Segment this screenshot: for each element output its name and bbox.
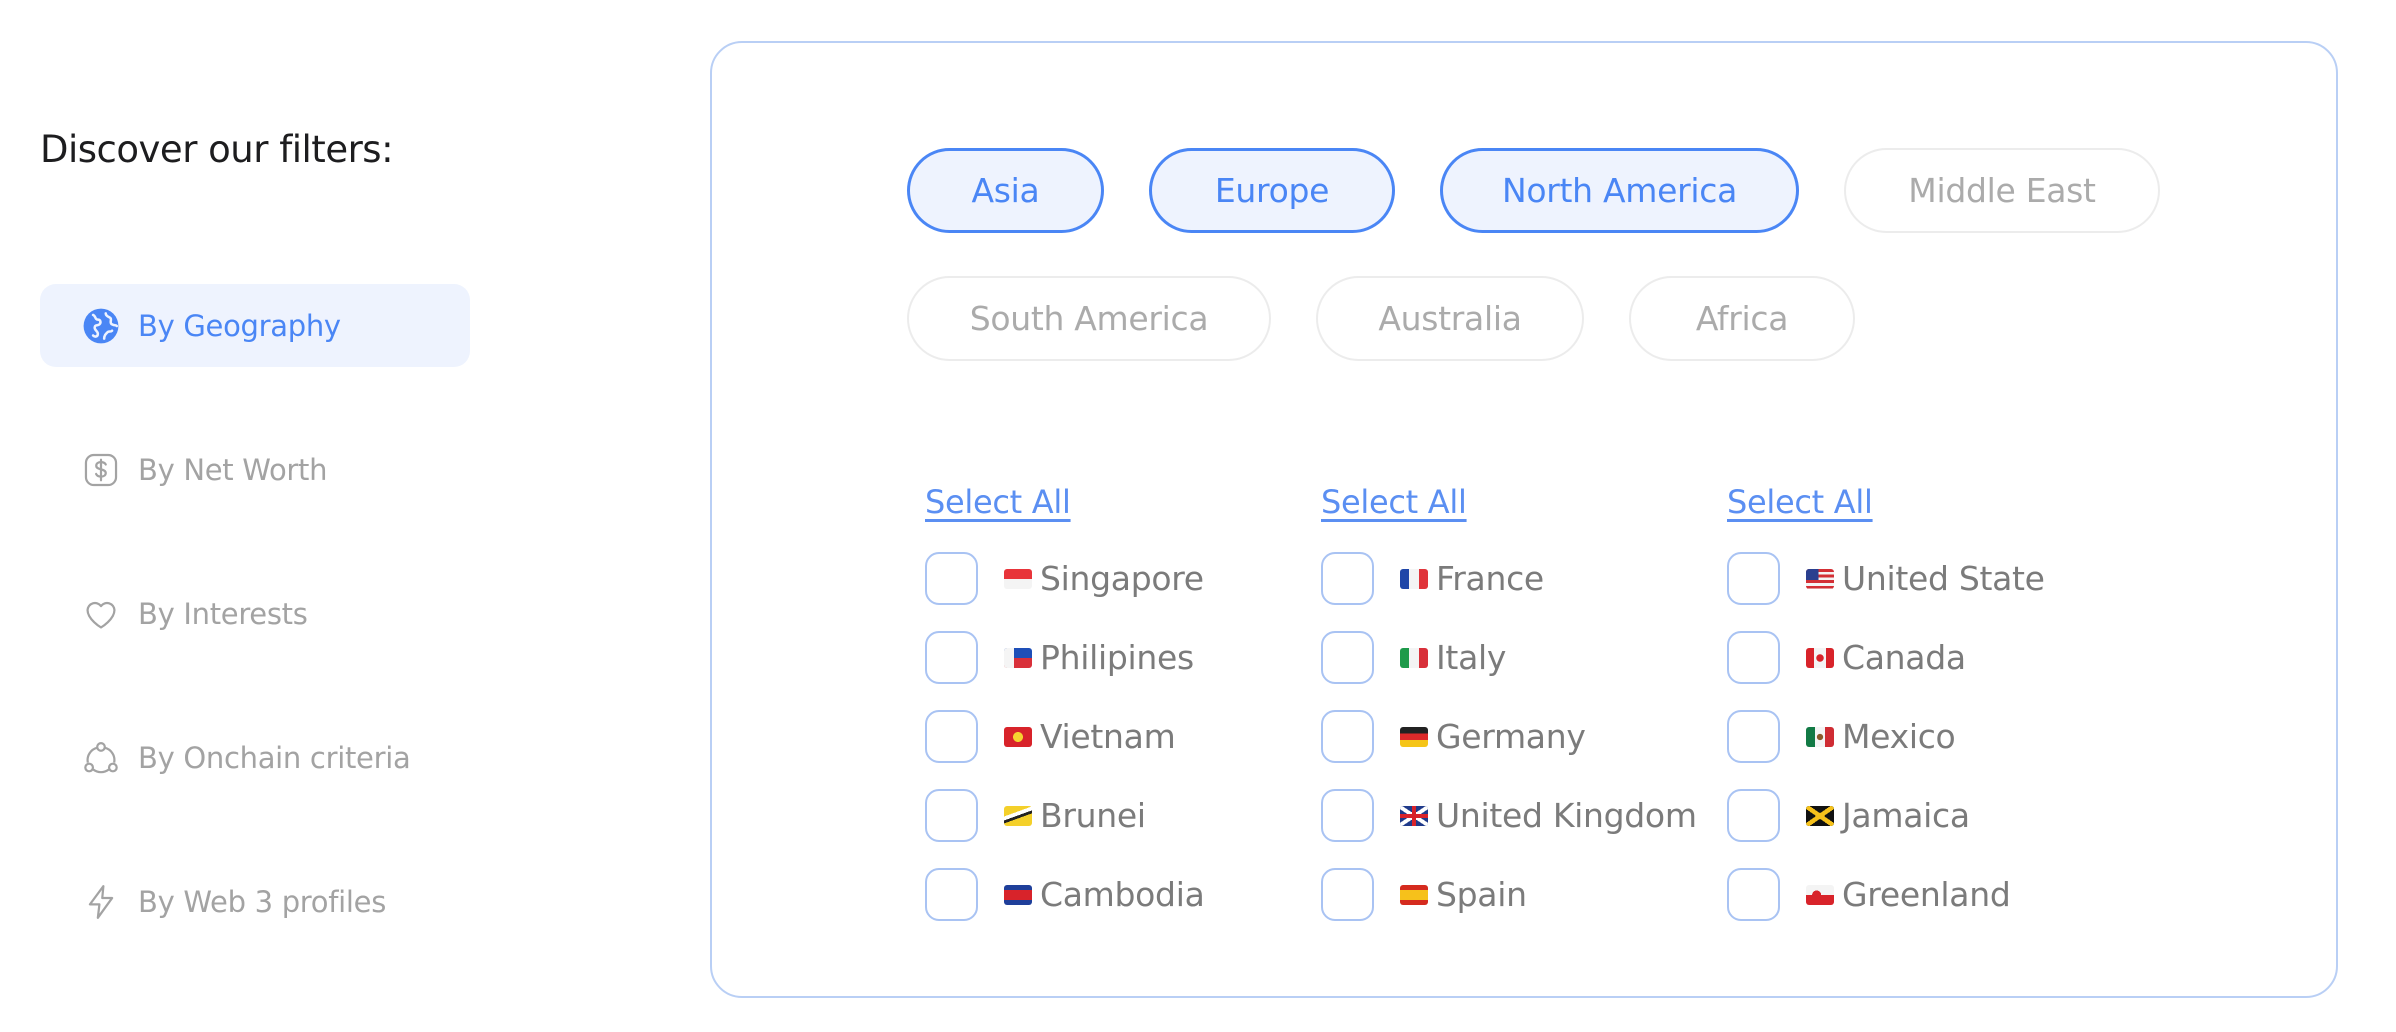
country-row[interactable]: United Kingdom: [1321, 776, 1697, 855]
network-icon: [82, 739, 120, 777]
flag-italy-icon: [1400, 647, 1428, 668]
country-row[interactable]: Canada: [1727, 618, 2045, 697]
filters-page: Discover our filters: By Geography By Ne…: [0, 0, 2396, 1032]
country-checkbox[interactable]: [1321, 868, 1374, 921]
country-name: Italy: [1436, 638, 1507, 677]
country-name: United State: [1842, 559, 2045, 598]
region-pill-australia[interactable]: Australia: [1316, 276, 1584, 361]
select-all-link[interactable]: Select All: [925, 483, 1071, 521]
country-row[interactable]: Spain: [1321, 855, 1697, 934]
region-pill-south-america[interactable]: South America: [907, 276, 1271, 361]
select-all-link[interactable]: Select All: [1321, 483, 1467, 521]
country-checkbox[interactable]: [1321, 710, 1374, 763]
nav-item-interests[interactable]: By Interests: [40, 572, 470, 655]
flag-cambodia-icon: [1004, 884, 1032, 905]
country-name: France: [1436, 559, 1544, 598]
nav-item-geography[interactable]: By Geography: [40, 284, 470, 367]
country-name: Philipines: [1040, 638, 1194, 677]
dollar-square-icon: [82, 451, 120, 489]
country-column-europe: Select All France Italy Germany United K…: [1321, 483, 1697, 934]
country-row[interactable]: Germany: [1321, 697, 1697, 776]
flag-mexico-icon: [1806, 726, 1834, 747]
lightning-icon: [82, 883, 120, 921]
country-checkbox[interactable]: [1321, 631, 1374, 684]
nav-item-net-worth[interactable]: By Net Worth: [40, 428, 470, 511]
country-name: Greenland: [1842, 875, 2011, 914]
country-column-asia: Select All Singapore Philipines Vietnam: [925, 483, 1205, 934]
flag-united-states-icon: [1806, 568, 1834, 589]
globe-icon: [82, 307, 120, 345]
country-checkbox[interactable]: [1727, 552, 1780, 605]
flag-germany-icon: [1400, 726, 1428, 747]
country-column-north-america: Select All United State Canada Mexico Ja…: [1727, 483, 2045, 934]
country-checkbox[interactable]: [1727, 710, 1780, 763]
flag-spain-icon: [1400, 884, 1428, 905]
region-pill-africa[interactable]: Africa: [1629, 276, 1855, 361]
select-all-link[interactable]: Select All: [1727, 483, 1873, 521]
region-pill-middle-east[interactable]: Middle East: [1844, 148, 2160, 233]
country-name: Brunei: [1040, 796, 1146, 835]
heart-icon: [82, 595, 120, 633]
country-row[interactable]: United State: [1727, 539, 2045, 618]
nav-item-label: By Onchain criteria: [138, 740, 411, 775]
filter-panel: Asia Europe North America Middle East So…: [710, 41, 2338, 998]
flag-greenland-icon: [1806, 884, 1834, 905]
country-name: Spain: [1436, 875, 1527, 914]
country-checkbox[interactable]: [1321, 789, 1374, 842]
country-checkbox[interactable]: [925, 710, 978, 763]
country-row[interactable]: Cambodia: [925, 855, 1205, 934]
nav-item-onchain[interactable]: By Onchain criteria: [40, 716, 470, 799]
country-name: Singapore: [1040, 559, 1204, 598]
country-row[interactable]: France: [1321, 539, 1697, 618]
flag-united-kingdom-icon: [1400, 805, 1428, 826]
country-checkbox[interactable]: [1727, 868, 1780, 921]
country-checkbox[interactable]: [1321, 552, 1374, 605]
country-checkbox[interactable]: [1727, 789, 1780, 842]
country-row[interactable]: Vietnam: [925, 697, 1205, 776]
country-name: Germany: [1436, 717, 1586, 756]
country-checkbox[interactable]: [925, 552, 978, 605]
region-pill-europe[interactable]: Europe: [1149, 148, 1395, 233]
country-name: Canada: [1842, 638, 1966, 677]
nav-item-label: By Net Worth: [138, 452, 328, 487]
flag-philippines-icon: [1004, 647, 1032, 668]
country-row[interactable]: Italy: [1321, 618, 1697, 697]
flag-vietnam-icon: [1004, 726, 1032, 747]
flag-singapore-icon: [1004, 568, 1032, 589]
country-row[interactable]: Greenland: [1727, 855, 2045, 934]
page-title: Discover our filters:: [40, 128, 394, 171]
country-row[interactable]: Singapore: [925, 539, 1205, 618]
country-name: Mexico: [1842, 717, 1956, 756]
country-row[interactable]: Philipines: [925, 618, 1205, 697]
flag-brunei-icon: [1004, 805, 1032, 826]
nav-item-label: By Web 3 profiles: [138, 884, 386, 919]
country-checkbox[interactable]: [925, 868, 978, 921]
country-checkbox[interactable]: [1727, 631, 1780, 684]
nav-item-web3[interactable]: By Web 3 profiles: [40, 860, 470, 943]
country-row[interactable]: Brunei: [925, 776, 1205, 855]
country-name: Cambodia: [1040, 875, 1205, 914]
region-pill-north-america[interactable]: North America: [1440, 148, 1799, 233]
nav-item-label: By Geography: [138, 308, 341, 343]
country-name: Vietnam: [1040, 717, 1176, 756]
country-row[interactable]: Mexico: [1727, 697, 2045, 776]
region-pill-asia[interactable]: Asia: [907, 148, 1104, 233]
country-name: United Kingdom: [1436, 796, 1697, 835]
nav-item-label: By Interests: [138, 596, 308, 631]
country-row[interactable]: Jamaica: [1727, 776, 2045, 855]
flag-canada-icon: [1806, 647, 1834, 668]
country-name: Jamaica: [1842, 796, 1970, 835]
flag-jamaica-icon: [1806, 805, 1834, 826]
country-checkbox[interactable]: [925, 789, 978, 842]
flag-france-icon: [1400, 568, 1428, 589]
country-checkbox[interactable]: [925, 631, 978, 684]
